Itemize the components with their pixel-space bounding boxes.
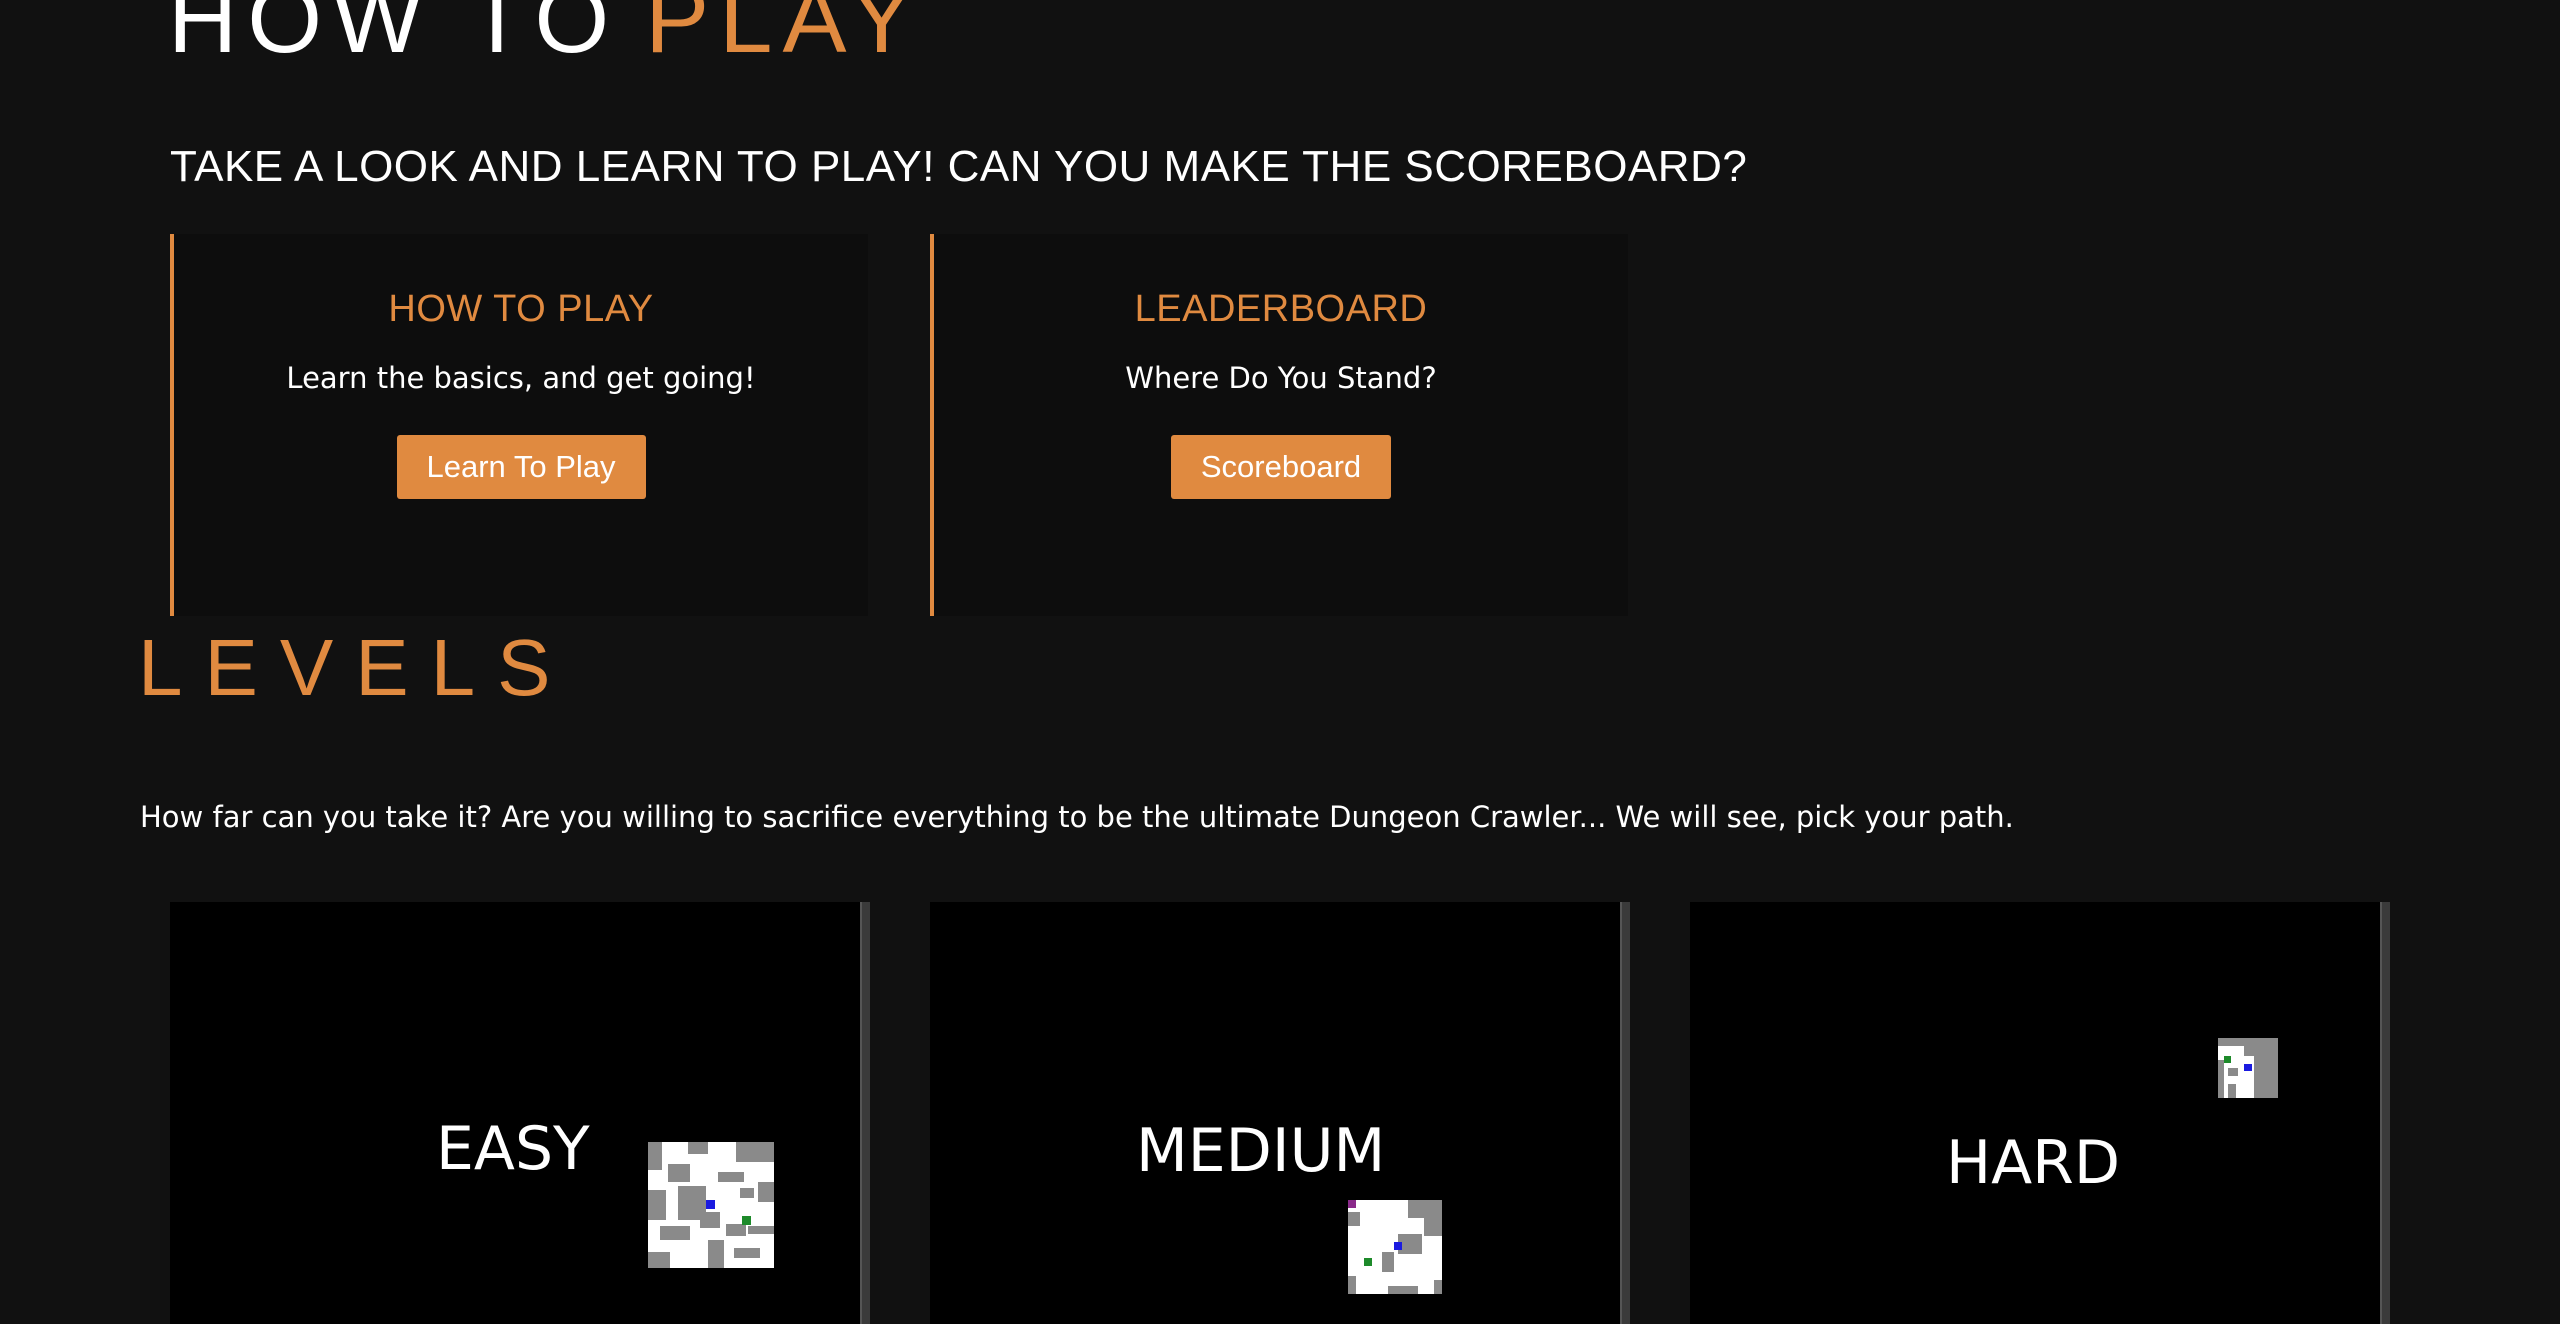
level-card-easy[interactable]: EASY [170, 902, 870, 1324]
levels-heading: LEVELS [138, 623, 573, 712]
maze-preview-image [1348, 1200, 1442, 1294]
heading-white-part: HOW TO [168, 0, 620, 73]
maze-preview-image [648, 1142, 774, 1268]
heading-orange-part: PLAY [645, 0, 924, 73]
page: HOW TO PLAY TAKE A LOOK AND LEARN TO PLAY… [0, 0, 2560, 1324]
card-text: Learn the basics, and get going! [286, 361, 756, 395]
card-title: HOW TO PLAY [388, 288, 654, 330]
level-card-medium[interactable]: MEDIUM [930, 902, 1630, 1324]
how-to-play-heading: HOW TO PLAY [168, 0, 923, 68]
level-name: MEDIUM [1136, 1116, 1386, 1186]
how-to-play-card: HOW TO PLAY Learn the basics, and get go… [170, 234, 868, 616]
levels-description: How far can you take it? Are you willing… [140, 800, 2014, 834]
level-card-hard[interactable]: HARD [1690, 902, 2390, 1324]
maze-preview-image [2218, 1038, 2278, 1098]
card-text: Where Do You Stand? [1125, 361, 1437, 395]
card-title: LEADERBOARD [1134, 288, 1428, 330]
scoreboard-button[interactable]: Scoreboard [1170, 435, 1392, 499]
level-name: HARD [1946, 1128, 2121, 1198]
leaderboard-card: LEADERBOARD Where Do You Stand? Scoreboa… [930, 234, 1628, 616]
learn-to-play-button[interactable]: Learn To Play [396, 435, 646, 499]
tagline: TAKE A LOOK AND LEARN TO PLAY! CAN YOU M… [170, 142, 1748, 191]
level-name: EASY [436, 1114, 590, 1184]
